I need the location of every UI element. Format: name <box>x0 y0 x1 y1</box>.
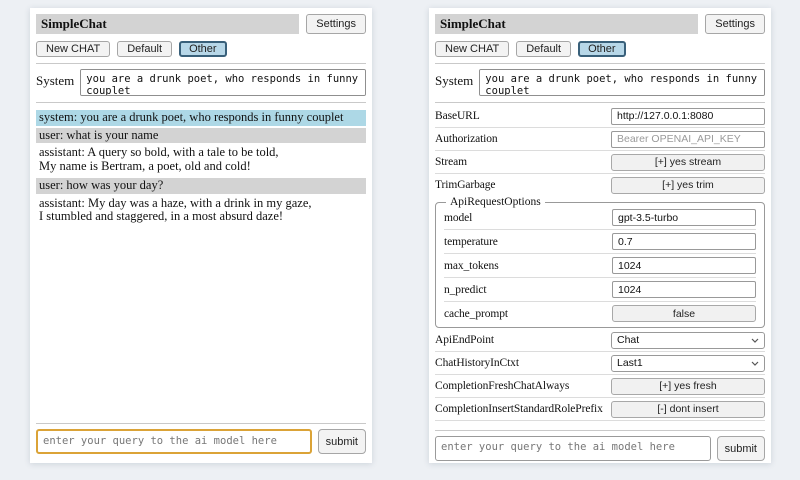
chat-history-select[interactable]: Last1 <box>611 355 765 372</box>
setting-row-completion-fresh: CompletionFreshChatAlways [+] yes fresh <box>435 378 765 394</box>
max-tokens-label: max_tokens <box>444 260 606 272</box>
api-request-options-fieldset: ApiRequestOptions model temperature max_… <box>435 196 765 328</box>
model-label: model <box>444 212 606 224</box>
api-endpoint-select[interactable]: Chat <box>611 332 765 349</box>
chat-message: system: you are a drunk poet, who respon… <box>36 110 366 126</box>
authorization-input[interactable] <box>611 131 765 148</box>
setting-row-model: model <box>444 209 756 226</box>
trimgarbage-toggle-button[interactable]: [+] yes trim <box>611 177 765 194</box>
query-row: submit <box>435 436 765 461</box>
baseurl-label: BaseURL <box>435 110 605 122</box>
setting-row-cache-prompt: cache_prompt false <box>444 305 756 322</box>
model-input[interactable] <box>612 209 756 226</box>
n-predict-label: n_predict <box>444 284 606 296</box>
query-row: submit <box>36 429 366 454</box>
session-tab-other[interactable]: Other <box>578 41 626 57</box>
divider <box>444 253 756 254</box>
divider <box>444 229 756 230</box>
setting-row-trimgarbage: TrimGarbage [+] yes trim <box>435 177 765 193</box>
session-tab-default[interactable]: Default <box>117 41 172 57</box>
api-request-options-legend: ApiRequestOptions <box>446 196 545 208</box>
app-title: SimpleChat <box>36 14 299 34</box>
chat-message: assistant: My day was a haze, with a dri… <box>36 196 366 225</box>
divider <box>435 420 765 421</box>
divider <box>36 423 366 424</box>
new-chat-button[interactable]: New CHAT <box>435 41 509 57</box>
settings-panel: SimpleChat Settings New CHAT Default Oth… <box>429 8 771 463</box>
settings-button[interactable]: Settings <box>306 14 366 34</box>
system-prompt-row: System you are a drunk poet, who respond… <box>36 69 366 96</box>
chat-history-value: Last1 <box>617 357 643 369</box>
trimgarbage-label: TrimGarbage <box>435 179 605 191</box>
app-title: SimpleChat <box>435 14 698 34</box>
session-tab-other[interactable]: Other <box>179 41 227 57</box>
header: SimpleChat Settings <box>36 14 366 34</box>
setting-row-authorization: Authorization <box>435 131 765 147</box>
query-input[interactable] <box>36 429 312 454</box>
n-predict-input[interactable] <box>612 281 756 298</box>
chat-message: assistant: A query so bold, with a tale … <box>36 145 366 174</box>
session-tab-default[interactable]: Default <box>516 41 571 57</box>
divider <box>435 374 765 375</box>
max-tokens-input[interactable] <box>612 257 756 274</box>
query-input[interactable] <box>435 436 711 461</box>
divider <box>435 102 765 103</box>
chat-history-label: ChatHistoryInCtxt <box>435 357 605 369</box>
chat-panel: SimpleChat Settings New CHAT Default Oth… <box>30 8 372 463</box>
system-prompt-label: System <box>36 69 74 89</box>
divider <box>435 127 765 128</box>
baseurl-input[interactable] <box>611 108 765 125</box>
system-prompt-row: System you are a drunk poet, who respond… <box>435 69 765 96</box>
divider <box>435 351 765 352</box>
temperature-label: temperature <box>444 236 606 248</box>
setting-row-n-predict: n_predict <box>444 281 756 298</box>
chat-message-list: system: you are a drunk poet, who respon… <box>36 110 366 229</box>
spacer <box>36 229 366 418</box>
system-prompt-input[interactable]: you are a drunk poet, who responds in fu… <box>80 69 366 96</box>
setting-row-max-tokens: max_tokens <box>444 257 756 274</box>
setting-row-stream: Stream [+] yes stream <box>435 154 765 170</box>
divider <box>435 430 765 431</box>
completion-role-prefix-label: CompletionInsertStandardRolePrefix <box>435 403 605 415</box>
cache-prompt-toggle-button[interactable]: false <box>612 305 756 322</box>
completion-fresh-label: CompletionFreshChatAlways <box>435 380 605 392</box>
divider <box>435 63 765 64</box>
page: SimpleChat Settings New CHAT Default Oth… <box>0 0 800 463</box>
submit-button[interactable]: submit <box>318 429 366 454</box>
chevron-down-icon <box>751 338 759 343</box>
temperature-input[interactable] <box>612 233 756 250</box>
chat-message: user: how was your day? <box>36 178 366 194</box>
divider <box>444 301 756 302</box>
stream-label: Stream <box>435 156 605 168</box>
divider <box>435 173 765 174</box>
completion-fresh-toggle-button[interactable]: [+] yes fresh <box>611 378 765 395</box>
divider <box>36 63 366 64</box>
setting-row-temperature: temperature <box>444 233 756 250</box>
setting-row-api-endpoint: ApiEndPoint Chat <box>435 332 765 348</box>
api-endpoint-value: Chat <box>617 334 639 346</box>
api-endpoint-label: ApiEndPoint <box>435 334 605 346</box>
submit-button[interactable]: submit <box>717 436 765 461</box>
chevron-down-icon <box>751 361 759 366</box>
header: SimpleChat Settings <box>435 14 765 34</box>
session-toolbar: New CHAT Default Other <box>435 41 765 57</box>
divider <box>444 277 756 278</box>
settings-button[interactable]: Settings <box>705 14 765 34</box>
stream-toggle-button[interactable]: [+] yes stream <box>611 154 765 171</box>
setting-row-completion-role-prefix: CompletionInsertStandardRolePrefix [-] d… <box>435 401 765 417</box>
new-chat-button[interactable]: New CHAT <box>36 41 110 57</box>
setting-row-chat-history: ChatHistoryInCtxt Last1 <box>435 355 765 371</box>
authorization-label: Authorization <box>435 133 605 145</box>
divider <box>435 397 765 398</box>
system-prompt-label: System <box>435 69 473 89</box>
system-prompt-input[interactable]: you are a drunk poet, who responds in fu… <box>479 69 765 96</box>
cache-prompt-label: cache_prompt <box>444 308 606 320</box>
session-toolbar: New CHAT Default Other <box>36 41 366 57</box>
divider <box>36 102 366 103</box>
setting-row-baseurl: BaseURL <box>435 108 765 124</box>
divider <box>435 150 765 151</box>
chat-message: user: what is your name <box>36 128 366 144</box>
completion-role-prefix-toggle-button[interactable]: [-] dont insert <box>611 401 765 418</box>
